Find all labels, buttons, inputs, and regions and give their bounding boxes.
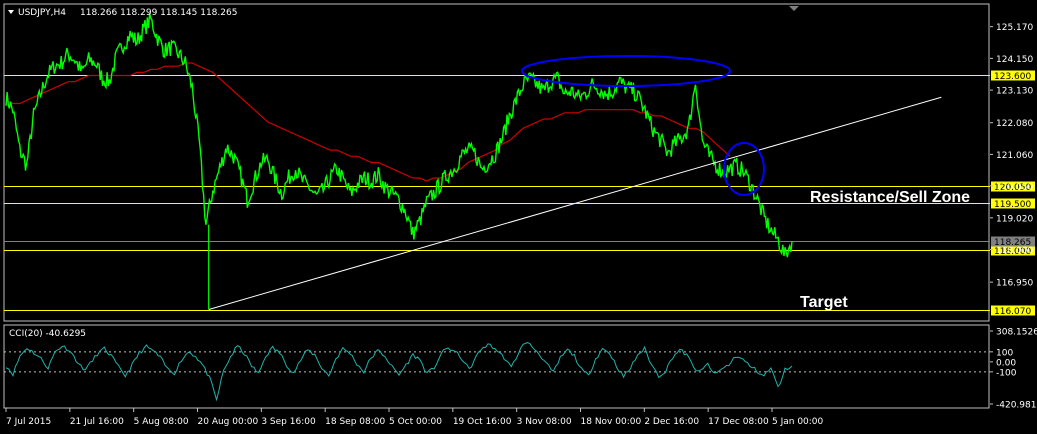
y-tick-label: 116.950 xyxy=(996,279,1033,289)
cci-tick-label: -420.9811 xyxy=(996,401,1037,411)
price-axis: 125.170 124.150 123.130 122.080 121.060 120.0… xyxy=(990,23,1033,289)
y-tick-label: 125.170 xyxy=(996,23,1033,33)
x-tick-label: 20 Aug 00:00 xyxy=(198,417,259,427)
x-tick-label: 21 Jul 16:00 xyxy=(70,417,124,427)
main-plot-frame xyxy=(3,3,990,322)
y-tick-label: 123.130 xyxy=(996,87,1033,97)
target-annotation: Target xyxy=(800,294,848,311)
x-tick-label: 3 Sep 16:00 xyxy=(261,417,316,427)
price-series xyxy=(5,12,793,258)
cci-tick-label: 308.1526 xyxy=(996,328,1037,338)
level-label: 116.070 xyxy=(994,307,1031,317)
zone-annotation: Resistance/Sell Zone xyxy=(810,189,970,206)
level-label: 119.500 xyxy=(994,200,1031,210)
cci-plot-frame xyxy=(3,324,990,409)
symbol-label: USDJPY,H4 xyxy=(18,8,66,18)
cci-tick-label: 100 xyxy=(996,348,1013,358)
cci-tick-label: 0.00 xyxy=(996,358,1016,368)
x-tick-label: 7 Jul 2015 xyxy=(6,417,51,427)
cci-indicator: 308.1526 1000.00-100 -420.9811 xyxy=(4,328,1037,411)
y-tick-label: 121.060 xyxy=(996,151,1033,161)
x-tick-label: 5 Jan 00:00 xyxy=(772,417,824,427)
x-tick-label: 17 Dec 08:00 xyxy=(708,417,769,427)
x-tick-label: 18 Nov 00:00 xyxy=(581,417,642,427)
y-tick-label: 119.020 xyxy=(996,214,1033,224)
trading-chart: 123.600 120.050 119.500 118.000 116.070 118.2… xyxy=(3,3,1037,427)
cci-tick-label: -100 xyxy=(996,368,1017,378)
x-tick-label: 18 Sep 08:00 xyxy=(325,417,385,427)
x-tick-label: 5 Aug 08:00 xyxy=(134,417,189,427)
y-tick-label: 120.050 xyxy=(996,182,1033,192)
x-tick-label: 3 Nov 08:00 xyxy=(517,417,572,427)
cci-label: CCI(20) -40.6295 xyxy=(9,329,86,339)
x-tick-label: 2 Dec 16:00 xyxy=(644,417,699,427)
y-tick-label: 122.080 xyxy=(996,119,1033,129)
ohlc-readout: 118.266 118.299 118.145 118.265 xyxy=(80,8,237,18)
cci-series xyxy=(5,342,793,402)
time-axis: 7 Jul 2015 21 Jul 16:00 5 Aug 08:00 20 Aug … xyxy=(5,408,824,427)
menu-dropdown-icon[interactable] xyxy=(8,10,14,14)
level-label: 123.600 xyxy=(994,72,1031,82)
x-tick-label: 5 Oct 00:00 xyxy=(389,417,442,427)
x-tick-label: 19 Oct 16:00 xyxy=(453,417,512,427)
top-highlight-ellipse xyxy=(521,55,731,87)
shift-marker-icon[interactable] xyxy=(789,6,799,11)
y-tick-label: 124.150 xyxy=(996,55,1033,65)
y-tick-label: 118.000 xyxy=(996,246,1033,256)
